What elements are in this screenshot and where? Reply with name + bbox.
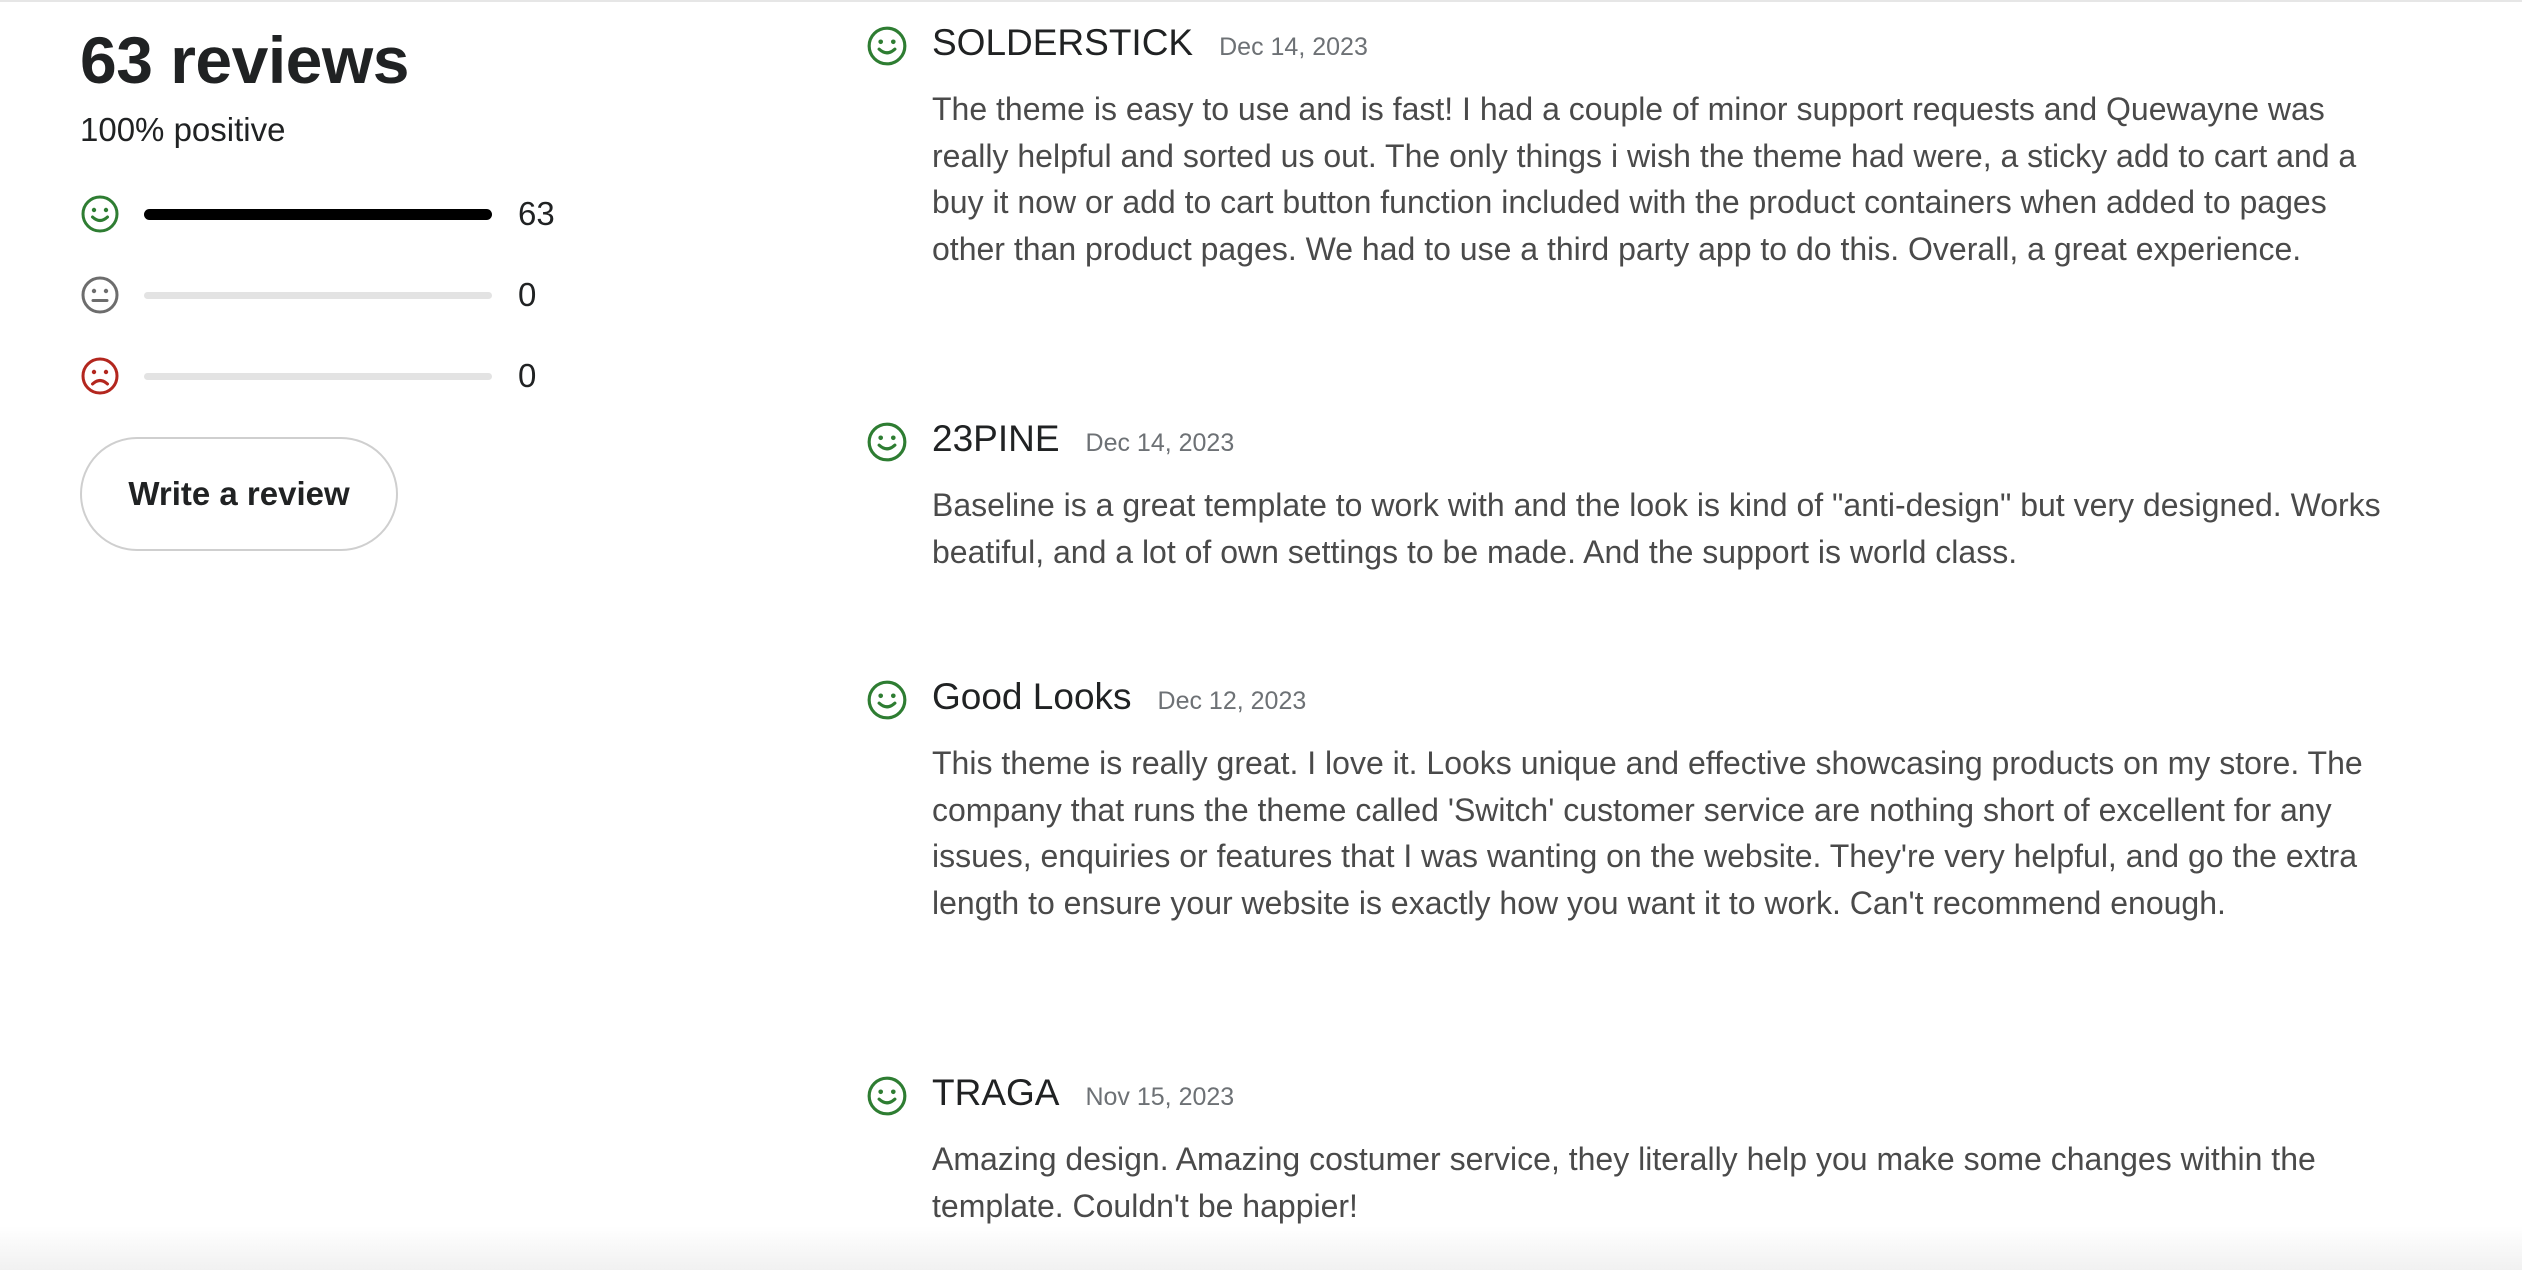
review-text: Baseline is a great template to work wit… <box>932 487 2381 570</box>
negative-bar-track <box>144 372 492 380</box>
review-item: SOLDERSTICK Dec 14, 2023 The theme is ea… <box>866 22 2406 418</box>
review-header: SOLDERSTICK Dec 14, 2023 <box>932 22 2406 70</box>
review-header: Good Looks Dec 12, 2023 <box>932 676 2406 724</box>
review-author: SOLDERSTICK <box>932 22 1194 63</box>
review-body: Good Looks Dec 12, 2023 This theme is re… <box>932 676 2406 926</box>
smile-icon <box>866 1075 908 1117</box>
reviews-list: SOLDERSTICK Dec 14, 2023 The theme is ea… <box>866 22 2406 1242</box>
positive-bar-track <box>144 208 492 220</box>
review-text: This theme is really great. I love it. L… <box>932 745 2363 921</box>
neutral-face-icon <box>80 275 120 315</box>
review-text: The theme is easy to use and is fast! I … <box>932 91 2357 267</box>
review-header: 23PINE Dec 14, 2023 <box>932 418 2406 466</box>
frown-icon <box>80 356 120 396</box>
review-body: 23PINE Dec 14, 2023 Baseline is a great … <box>932 418 2406 575</box>
review-body: SOLDERSTICK Dec 14, 2023 The theme is ea… <box>932 22 2406 272</box>
review-item: TRAGA Nov 15, 2023 Amazing design. Amazi… <box>866 1072 2406 1242</box>
reviews-summary: 63 reviews 100% positive 63 0 0 Write a … <box>80 16 720 551</box>
review-item: 23PINE Dec 14, 2023 Baseline is a great … <box>866 418 2406 676</box>
smile-icon <box>866 25 908 67</box>
review-date: Dec 12, 2023 <box>1157 687 1307 715</box>
write-review-button[interactable]: Write a review <box>80 437 398 551</box>
smile-icon <box>866 679 908 721</box>
review-date: Dec 14, 2023 <box>1085 429 1235 457</box>
review-text: Amazing design. Amazing costumer service… <box>932 1141 2316 1224</box>
neutral-count: 0 <box>518 276 537 313</box>
bottom-scroll-fade <box>0 1226 2522 1270</box>
smile-icon <box>80 194 120 234</box>
positive-count: 63 <box>518 195 555 232</box>
distribution-row-negative: 0 <box>80 354 720 398</box>
top-divider <box>0 0 2522 2</box>
reviews-count-heading: 63 reviews <box>80 23 409 97</box>
review-item: Good Looks Dec 12, 2023 This theme is re… <box>866 676 2406 1072</box>
review-author: Good Looks <box>932 676 1132 717</box>
distribution-row-neutral: 0 <box>80 273 720 317</box>
sentiment-distribution: 63 0 0 <box>80 192 720 398</box>
neutral-bar-track <box>144 291 492 299</box>
review-author: 23PINE <box>932 418 1060 459</box>
review-body: TRAGA Nov 15, 2023 Amazing design. Amazi… <box>932 1072 2406 1229</box>
positive-percentage: 100% positive <box>80 111 286 148</box>
negative-count: 0 <box>518 357 537 394</box>
review-date: Dec 14, 2023 <box>1219 33 1368 61</box>
review-author: TRAGA <box>932 1072 1060 1113</box>
distribution-row-positive: 63 <box>80 192 720 236</box>
smile-icon <box>866 421 908 463</box>
review-header: TRAGA Nov 15, 2023 <box>932 1072 2406 1120</box>
review-date: Nov 15, 2023 <box>1085 1083 1235 1111</box>
positive-bar-fill <box>144 208 492 220</box>
